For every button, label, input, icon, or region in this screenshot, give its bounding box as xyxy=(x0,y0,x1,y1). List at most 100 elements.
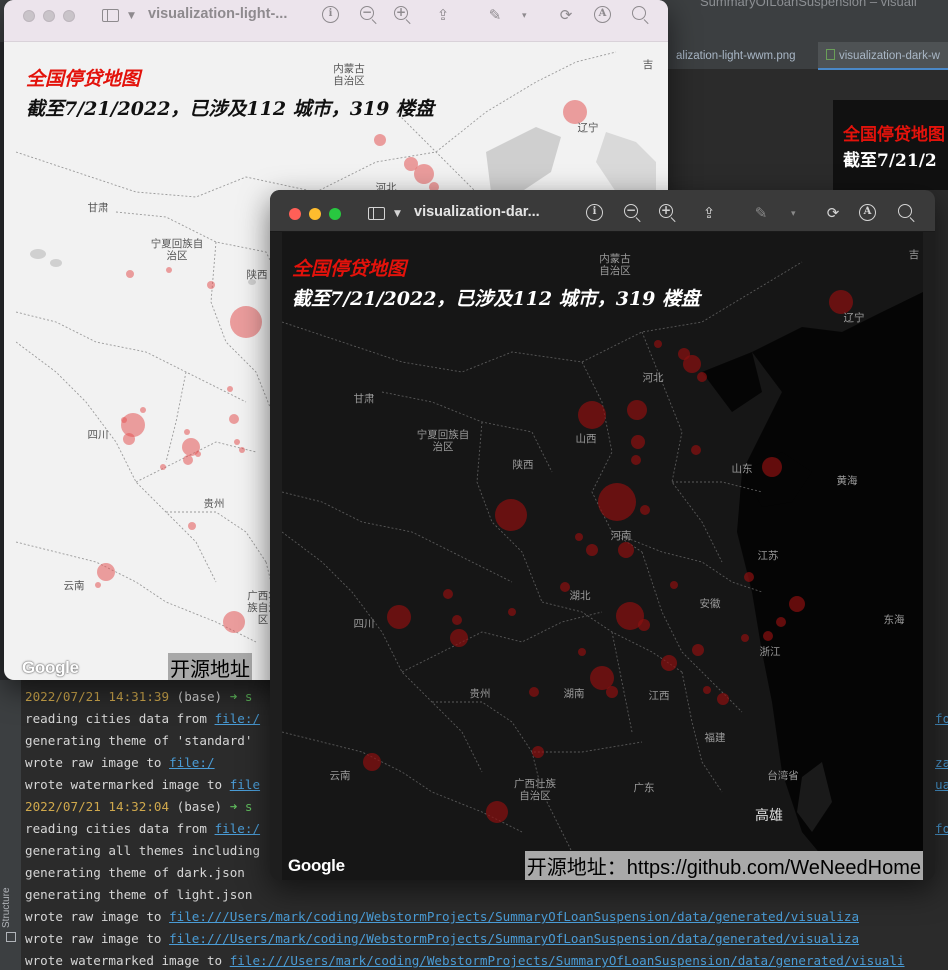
minimize-dot-icon[interactable] xyxy=(43,10,55,22)
log-text: generating theme of 'standard' xyxy=(25,733,253,748)
rotate-icon[interactable]: ⟳ xyxy=(822,202,844,224)
terminal-line: generating all themes including xyxy=(25,840,260,862)
file-link[interactable]: file:/ xyxy=(169,755,215,770)
search-icon[interactable] xyxy=(896,202,918,224)
zoom-dot-icon[interactable] xyxy=(329,208,341,220)
prompt-timestamp: 2022/07/21 14:31:39 xyxy=(25,689,170,704)
file-link[interactable]: file:/ xyxy=(215,821,261,836)
preview-window-dark[interactable]: ▼ visualization-dar... i − + ⇪ ✎ ▾ ⟳ A 全… xyxy=(270,190,935,880)
sidebar-icon[interactable] xyxy=(100,4,122,26)
prompt-env: (base) xyxy=(169,689,230,704)
terminal-line: wrote watermarked image to file ua xyxy=(25,774,948,796)
file-link[interactable]: file:///Users/mark/coding/WebstormProjec… xyxy=(230,953,905,968)
file-link[interactable]: file:/ xyxy=(215,711,261,726)
editor-image-preview: 全国停贷地图 截至7/21/2 xyxy=(833,100,948,190)
tab-light-image[interactable]: alization-light-wwm.png xyxy=(668,42,804,70)
image-file-icon xyxy=(826,49,835,60)
province-label: 吉 xyxy=(908,249,920,261)
ide-window-title: SummaryOfLoanSuspension – visuali xyxy=(700,0,917,9)
map-subtitle: 截至7/21/2022，已涉及112 城市，319 楼盘 xyxy=(26,98,434,120)
file-link[interactable]: file:///Users/mark/coding/WebstormProjec… xyxy=(169,931,859,946)
zoom-out-icon[interactable]: − xyxy=(622,202,644,224)
province-label: 贵州 xyxy=(469,688,491,700)
province-label: 辽宁 xyxy=(843,312,865,324)
close-dot-icon[interactable] xyxy=(23,10,35,22)
province-label: 江西 xyxy=(648,690,670,702)
terminal-line: wrote raw image to file:///Users/mark/co… xyxy=(25,906,859,928)
share-icon[interactable]: ⇪ xyxy=(432,4,454,26)
log-text: reading cities data from xyxy=(25,711,215,726)
editor-preview-title: 全国停贷地图 xyxy=(843,125,945,145)
share-icon[interactable]: ⇪ xyxy=(698,202,720,224)
google-logo: Google xyxy=(288,856,345,875)
province-label: 河北 xyxy=(642,372,664,384)
chevron-down-icon[interactable]: ▾ xyxy=(791,209,796,219)
province-label: 陕西 xyxy=(512,459,534,471)
rotate-icon[interactable]: ⟳ xyxy=(555,4,577,26)
annotate-icon[interactable]: A xyxy=(857,202,879,224)
prompt-command: s xyxy=(237,799,253,814)
structure-tool-button[interactable]: Structure xyxy=(1,878,21,928)
search-icon[interactable] xyxy=(630,4,652,26)
info-icon[interactable]: i xyxy=(584,202,606,224)
terminal-line: wrote raw image to file:///Users/mark/co… xyxy=(25,928,859,950)
log-text: wrote raw image to xyxy=(25,755,170,770)
prompt-command: s xyxy=(237,689,253,704)
map-image: 全国停贷地图 截至7/21/2022，已涉及112 城市，319 楼盘 内蒙古自… xyxy=(282,232,923,880)
info-icon[interactable]: i xyxy=(320,4,342,26)
province-label: 四川 xyxy=(87,429,109,441)
province-label: 四川 xyxy=(353,618,375,630)
sidebar-icon[interactable] xyxy=(366,202,388,224)
log-text: generating theme of dark.json xyxy=(25,865,245,880)
tab-dark-image[interactable]: visualization-dark-w xyxy=(818,42,948,70)
close-dot-icon[interactable] xyxy=(289,208,301,220)
watermark-url: 开源地址：https://github.com/WeNeedHome xyxy=(524,851,923,880)
province-label: 宁夏回族自治区 xyxy=(150,238,204,262)
file-link[interactable]: file xyxy=(230,777,260,792)
province-label: 内蒙古自治区 xyxy=(599,253,631,277)
province-label: 贵州 xyxy=(203,498,225,510)
terminal-line: wrote watermarked image to file:///Users… xyxy=(25,950,905,970)
window-title: visualization-light-... xyxy=(148,6,288,22)
log-text: reading cities data from xyxy=(25,821,215,836)
province-label: 江苏 xyxy=(757,550,779,562)
zoom-in-icon[interactable]: + xyxy=(392,4,414,26)
markup-pen-icon[interactable]: ✎ xyxy=(750,202,772,224)
window-title: visualization-dar... xyxy=(414,204,540,220)
province-label: 湖南 xyxy=(563,688,585,700)
chevron-down-icon[interactable]: ▾ xyxy=(522,11,527,21)
province-label: 内蒙古自治区 xyxy=(333,63,365,87)
minimize-dot-icon[interactable] xyxy=(309,208,321,220)
terminal-line: 2022/07/21 14:32:04 (base) ➜ s xyxy=(25,796,253,818)
province-label: 浙江 xyxy=(759,646,781,658)
file-link[interactable]: ua xyxy=(935,774,948,796)
file-link[interactable]: file:///Users/mark/coding/WebstormProjec… xyxy=(169,909,859,924)
tab-label: visualization-dark-w xyxy=(839,50,940,62)
city-label: 高雄 xyxy=(755,808,783,824)
province-label: 吉 xyxy=(642,59,654,71)
markup-pen-icon[interactable]: ✎ xyxy=(484,4,506,26)
editor-preview-subtitle: 截至7/21/2 xyxy=(843,151,937,171)
terminal-line: reading cities data from file:/ fo xyxy=(25,708,948,730)
log-text: generating all themes including xyxy=(25,843,261,858)
terminal-line: generating theme of light.json xyxy=(25,884,252,906)
province-label: 陕西 xyxy=(246,269,268,281)
file-link[interactable]: fo xyxy=(935,708,948,730)
province-label: 福建 xyxy=(704,732,726,744)
zoom-dot-icon[interactable] xyxy=(63,10,75,22)
zoom-in-icon[interactable]: + xyxy=(657,202,679,224)
watermark-label: 开源地址 xyxy=(168,653,252,680)
chevron-down-icon[interactable]: ▼ xyxy=(394,209,401,219)
chevron-down-icon[interactable]: ▼ xyxy=(128,11,135,21)
log-text: wrote watermarked image to xyxy=(25,953,230,968)
terminal-line: reading cities data from file:/ fo xyxy=(25,818,948,840)
province-label: 辽宁 xyxy=(577,122,599,134)
map-subtitle: 截至7/21/2022，已涉及112 城市，319 楼盘 xyxy=(292,288,700,310)
file-link[interactable]: za xyxy=(935,752,948,774)
province-label: 广西壮族自治区 xyxy=(514,778,556,802)
tab-label: alization-light-wwm.png xyxy=(676,50,796,62)
zoom-out-icon[interactable]: − xyxy=(358,4,380,26)
file-link[interactable]: fo xyxy=(935,818,948,840)
structure-icon xyxy=(6,932,16,942)
annotate-icon[interactable]: A xyxy=(592,4,614,26)
